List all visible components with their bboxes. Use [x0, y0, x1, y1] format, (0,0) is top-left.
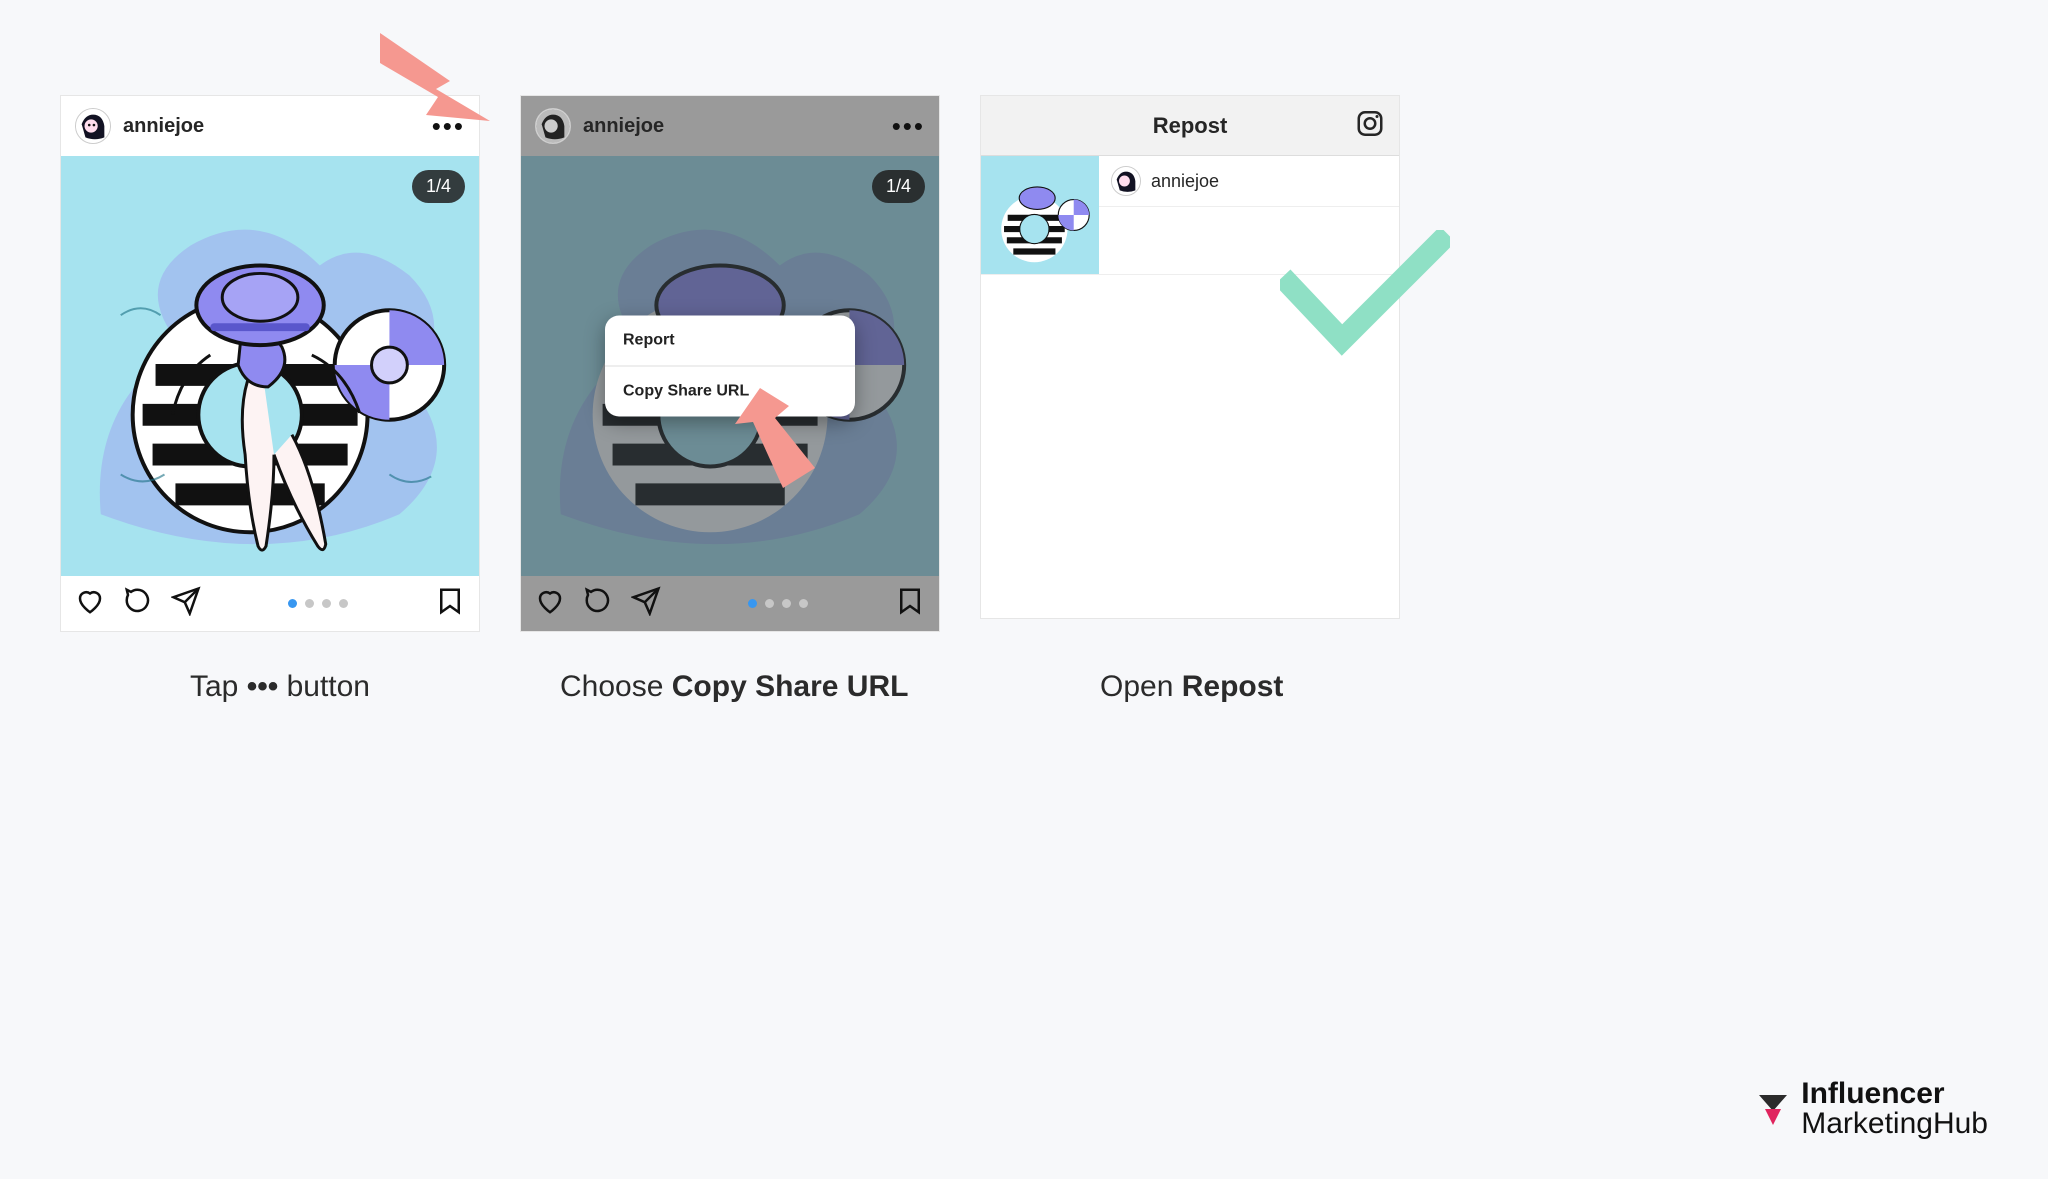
carousel-dots	[201, 599, 435, 608]
instagram-post-card: anniejoe ••• 1/4	[60, 95, 480, 632]
comment-icon	[583, 586, 613, 621]
brand-line1: Influencer	[1801, 1077, 1944, 1110]
repost-title: Repost	[1153, 113, 1228, 139]
bookmark-icon[interactable]	[435, 586, 465, 621]
post-thumbnail	[981, 156, 1099, 274]
avatar	[1111, 166, 1141, 196]
pointer-arrow-icon	[735, 388, 815, 488]
comment-icon[interactable]	[123, 586, 153, 621]
post-footer	[521, 576, 939, 631]
avatar	[535, 108, 571, 144]
post-image: 1/4 Report Copy Share URL	[521, 156, 939, 576]
action-sheet: Report Copy Share URL	[605, 316, 855, 417]
action-copy-share-url[interactable]: Copy Share URL	[605, 367, 855, 417]
instagram-icon[interactable]	[1355, 108, 1385, 143]
instagram-post-card-dimmed: anniejoe ••• 1/4 Report Copy Share URL	[520, 95, 940, 632]
step-caption-1: Tap ••• button	[190, 670, 370, 704]
post-image[interactable]: 1/4	[61, 156, 479, 576]
more-options-button: •••	[892, 111, 925, 142]
carousel-counter: 1/4	[412, 170, 465, 203]
post-footer	[61, 576, 479, 631]
like-icon[interactable]	[75, 586, 105, 621]
pool-illustration	[61, 156, 479, 574]
like-icon	[535, 586, 565, 621]
brand-line2: MarketingHub	[1801, 1107, 1988, 1140]
avatar[interactable]	[75, 108, 111, 144]
brand-mark-icon	[1755, 1091, 1791, 1127]
username-label: anniejoe	[583, 115, 664, 138]
pointer-arrow-icon	[380, 33, 500, 123]
bookmark-icon	[895, 586, 925, 621]
share-icon[interactable]	[171, 586, 201, 621]
username-label[interactable]: anniejoe	[123, 115, 204, 138]
repost-username: anniejoe	[1151, 171, 1219, 192]
carousel-counter: 1/4	[872, 170, 925, 203]
brand-logo: Influencer MarketingHub	[1755, 1079, 1988, 1139]
action-report[interactable]: Report	[605, 316, 855, 367]
post-header: anniejoe •••	[521, 96, 939, 156]
share-icon	[631, 586, 661, 621]
checkmark-icon	[1280, 230, 1450, 360]
carousel-dots	[661, 599, 895, 608]
step-caption-2: Choose Copy Share URL	[560, 670, 908, 704]
step-caption-3: Open Repost	[1100, 670, 1283, 704]
repost-header: Repost	[981, 96, 1399, 156]
